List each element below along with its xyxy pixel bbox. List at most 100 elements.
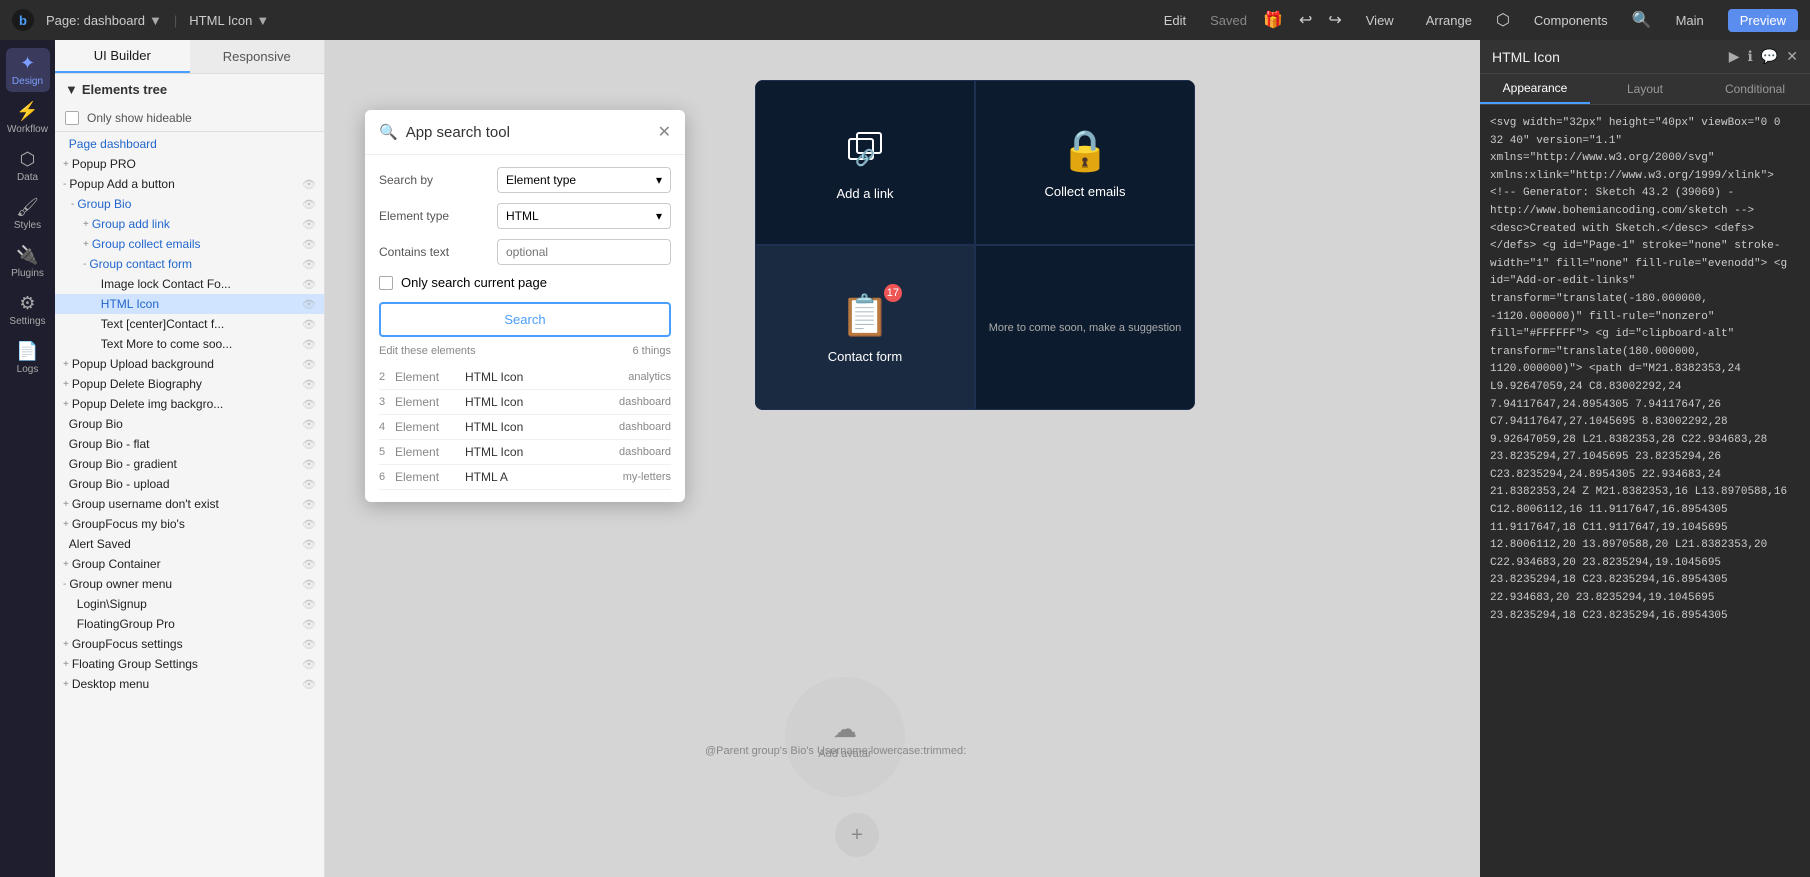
tree-item[interactable]: -Group Bio👁 [55,194,324,214]
tree-item[interactable]: +Group username don't exist👁 [55,494,324,514]
sidebar-item-plugins[interactable]: 🔌 Plugins [6,240,50,284]
eye-icon[interactable]: 👁 [302,498,316,511]
eye-icon[interactable]: 👁 [302,258,316,271]
tree-item[interactable]: Alert Saved👁 [55,534,324,554]
expand-icon[interactable]: - [63,579,66,590]
add-button[interactable]: + [835,813,879,857]
search-result-item[interactable]: 4 Element HTML Icon dashboard [379,415,671,440]
tree-item[interactable]: Text [center]Contact f...👁 [55,314,324,334]
edit-button[interactable]: Edit [1156,9,1194,32]
tab-appearance[interactable]: Appearance [1480,74,1590,104]
sidebar-item-design[interactable]: ✦ Design [6,48,50,92]
sidebar-item-styles[interactable]: 🖌 Styles [6,192,50,236]
tree-item[interactable]: -Group owner menu👁 [55,574,324,594]
element-selector[interactable]: HTML Icon ▼ [189,13,269,28]
sidebar-item-settings[interactable]: ⚙ Settings [6,288,50,332]
tree-item[interactable]: Group Bio - upload👁 [55,474,324,494]
preview-button[interactable]: Preview [1728,9,1798,32]
card-more[interactable]: More to come soon, make a suggestion [975,245,1195,410]
eye-icon[interactable]: 👁 [302,578,316,591]
view-button[interactable]: View [1358,9,1402,32]
eye-icon[interactable]: 👁 [302,398,316,411]
element-dropdown-icon[interactable]: ▼ [256,13,269,28]
eye-icon[interactable]: 👁 [302,438,316,451]
eye-icon[interactable]: 👁 [302,238,316,251]
undo-icon[interactable]: ↩ [1299,10,1312,30]
tree-item[interactable]: -Group contact form👁 [55,254,324,274]
eye-icon[interactable]: 👁 [302,218,316,231]
expand-icon[interactable]: + [63,519,69,530]
search-result-item[interactable]: 5 Element HTML Icon dashboard [379,440,671,465]
eye-icon[interactable]: 👁 [302,418,316,431]
expand-icon[interactable]: + [83,239,89,250]
search-button[interactable]: Search [379,302,671,337]
eye-icon[interactable]: 👁 [302,538,316,551]
page-dropdown-icon[interactable]: ▼ [149,13,162,28]
eye-icon[interactable]: 👁 [302,458,316,471]
eye-icon[interactable]: 👁 [302,658,316,671]
search-result-item[interactable]: 6 Element HTML A my-letters [379,465,671,490]
sidebar-item-workflow[interactable]: ⚡ Workflow [6,96,50,140]
expand-icon[interactable]: + [63,379,69,390]
tree-item[interactable]: +GroupFocus my bio's👁 [55,514,324,534]
tree-item[interactable]: Image lock Contact Fo...👁 [55,274,324,294]
expand-icon[interactable]: + [63,499,69,510]
tree-item[interactable]: Group Bio👁 [55,414,324,434]
expand-icon[interactable]: + [63,659,69,670]
tab-responsive[interactable]: Responsive [190,40,325,73]
tab-layout[interactable]: Layout [1590,74,1700,104]
eye-icon[interactable]: 👁 [302,378,316,391]
tree-item[interactable]: Group Bio - gradient👁 [55,454,324,474]
eye-icon[interactable]: 👁 [302,338,316,351]
chat-icon[interactable]: 💬 [1761,48,1778,65]
tree-item[interactable]: FloatingGroup Pro👁 [55,614,324,634]
tree-item[interactable]: +Desktop menu👁 [55,674,324,694]
element-type-select[interactable]: HTML ▾ [497,203,671,229]
tree-item[interactable]: +Group Container👁 [55,554,324,574]
redo-icon[interactable]: ↪ [1328,10,1341,30]
search-icon[interactable]: 🔍 [1632,10,1652,30]
card-contact-form[interactable]: 📋 17 Contact form [755,245,975,410]
avatar-area[interactable]: ☁ Add avatar [785,677,905,797]
expand-icon[interactable]: + [63,159,69,170]
eye-icon[interactable]: 👁 [302,618,316,631]
tree-item[interactable]: +Group add link👁 [55,214,324,234]
expand-icon[interactable]: - [83,259,86,270]
card-add-link[interactable]: 🔗 Add a link [755,80,975,245]
tree-item[interactable]: +Popup Delete Biography👁 [55,374,324,394]
tree-item[interactable]: Page dashboard [55,134,324,154]
tab-ui-builder[interactable]: UI Builder [55,40,190,73]
search-dialog-close[interactable]: ✕ [658,122,671,142]
tree-item[interactable]: Group Bio - flat👁 [55,434,324,454]
tree-item[interactable]: +Group collect emails👁 [55,234,324,254]
tree-item[interactable]: +Popup Delete img backgro...👁 [55,394,324,414]
eye-icon[interactable]: 👁 [302,638,316,651]
eye-icon[interactable]: 👁 [302,518,316,531]
tree-item[interactable]: +Popup Upload background👁 [55,354,324,374]
card-collect-emails[interactable]: 🔒 Collect emails [975,80,1195,245]
eye-icon[interactable]: 👁 [302,298,316,311]
search-result-item[interactable]: 2 Element HTML Icon analytics [379,365,671,390]
expand-icon[interactable]: + [63,359,69,370]
tree-item[interactable]: HTML Icon👁 [55,294,324,314]
info-icon[interactable]: ℹ [1748,48,1753,65]
eye-icon[interactable]: 👁 [302,598,316,611]
expand-icon[interactable]: + [83,219,89,230]
tab-conditional[interactable]: Conditional [1700,74,1810,104]
tree-item[interactable]: Login\Signup👁 [55,594,324,614]
eye-icon[interactable]: 👁 [302,198,316,211]
only-current-page-checkbox[interactable] [379,276,393,290]
play-icon[interactable]: ▶ [1729,48,1740,65]
eye-icon[interactable]: 👁 [302,478,316,491]
main-button[interactable]: Main [1668,9,1712,32]
tree-item[interactable]: Text More to come soo...👁 [55,334,324,354]
tree-item[interactable]: +GroupFocus settings👁 [55,634,324,654]
expand-icon[interactable]: + [63,399,69,410]
tree-item[interactable]: -Popup Add a button👁 [55,174,324,194]
arrange-button[interactable]: Arrange [1418,9,1480,32]
tree-item[interactable]: +Floating Group Settings👁 [55,654,324,674]
eye-icon[interactable]: 👁 [302,678,316,691]
expand-icon[interactable]: + [63,679,69,690]
tree-item[interactable]: +Popup PRO [55,154,324,174]
expand-icon[interactable]: + [63,559,69,570]
